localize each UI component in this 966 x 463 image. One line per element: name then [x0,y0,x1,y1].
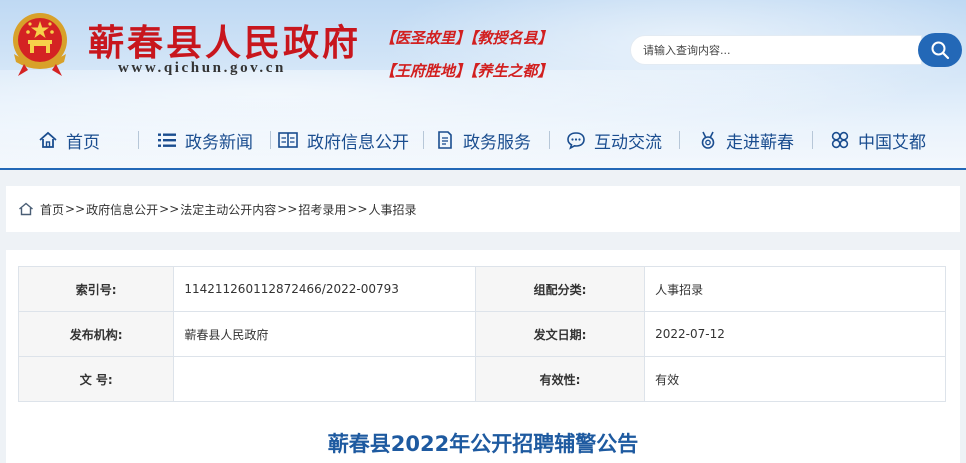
breadcrumb-separator: >> [347,202,368,216]
breadcrumb-statutory-content[interactable]: 法定主动公开内容 [180,201,276,218]
slogan-line-2: 【王府胜地】【养生之都】 [380,62,553,80]
nav-item-services[interactable]: 政务服务 [435,112,531,168]
issue-date-label: 发文日期: [474,311,646,357]
breadcrumb: 首页 >> 政府信息公开 >> 法定主动公开内容 >> 招考录用 >> 人事招录 [6,186,960,232]
nav-item-interaction[interactable]: 互动交流 [566,112,662,168]
publisher-label: 发布机构: [17,311,175,357]
home-icon [39,131,57,148]
nav-item-home[interactable]: 首页 [38,112,100,168]
publisher-value: 蕲春县人民政府 [173,311,476,357]
breadcrumb-separator: >> [277,202,298,216]
nav-divider [270,131,271,149]
search-button[interactable] [918,33,962,67]
issue-date-value: 2022-07-12 [644,311,946,357]
search-input[interactable] [643,36,913,64]
breadcrumb-separator: >> [159,202,180,216]
category-value: 人事招录 [644,266,946,312]
chat-icon [567,132,585,150]
index-number-value: 114211260112872466/2022-00793 [173,266,476,312]
article-panel: 索引号: 114211260112872466/2022-00793 组配分类:… [6,250,960,463]
nav-divider [679,131,680,149]
nav-label: 政府信息公开 [307,132,409,153]
nav-label: 走进蕲春 [726,132,794,153]
search-box [630,35,922,65]
nav-divider [812,131,813,149]
nav-item-gov-info[interactable]: 政府信息公开 [277,112,409,168]
index-number-label: 索引号: [17,266,175,312]
nav-divider [423,131,424,149]
search-icon [931,41,950,60]
table-row: 发布机构: 蕲春县人民政府 发文日期: 2022-07-12 [17,311,946,357]
breadcrumb-home[interactable]: 首页 [40,201,64,218]
nav-divider [138,131,139,149]
document-number-value [173,356,476,402]
nav-underline [0,168,966,170]
clover-icon [831,131,849,149]
validity-value: 有效 [644,356,946,402]
national-emblem-icon [13,13,67,76]
table-row: 索引号: 114211260112872466/2022-00793 组配分类:… [17,266,946,312]
category-label: 组配分类: [474,266,646,312]
metadata-table: 索引号: 114211260112872466/2022-00793 组配分类:… [17,266,946,402]
nav-label: 中国艾都 [858,132,926,153]
table-row: 文 号: 有效性: 有效 [17,356,946,402]
nav-item-about[interactable]: 走进蕲春 [698,112,794,168]
breadcrumb-gov-info[interactable]: 政府信息公开 [86,201,158,218]
breadcrumb-personnel[interactable]: 人事招录 [369,201,417,218]
nav-label: 政务新闻 [185,132,253,153]
nav-label: 政务服务 [463,132,531,153]
list-icon [158,133,176,147]
document-icon [438,131,452,149]
nav-label: 首页 [66,132,100,153]
site-header: 蕲春县人民政府 www.qichun.gov.cn 【医圣故里】【教授名县】 【… [0,0,966,170]
site-title: 蕲春县人民政府 [88,22,362,64]
site-url: www.qichun.gov.cn [118,60,286,76]
nav-divider [549,131,550,149]
nav-label: 互动交流 [594,132,662,153]
home-icon [19,202,33,216]
book-icon [278,132,298,148]
article-title: 蕲春县2022年公开招聘辅警公告 [327,432,639,456]
slogan-line-1: 【医圣故里】【教授名县】 [380,29,553,47]
document-number-label: 文 号: [17,356,175,402]
breadcrumb-recruitment[interactable]: 招考录用 [298,201,346,218]
validity-label: 有效性: [474,356,646,402]
nav-item-aidu[interactable]: 中国艾都 [830,112,926,168]
nav-item-news[interactable]: 政务新闻 [157,112,253,168]
medal-icon [701,131,715,149]
main-nav: 首页 政务新闻 政府信息公开 政务服务 互动交流 走进蕲春 中国艾都 [0,112,966,168]
slogans: 【医圣故里】【教授名县】 【王府胜地】【养生之都】 [380,22,570,88]
breadcrumb-separator: >> [65,202,86,216]
